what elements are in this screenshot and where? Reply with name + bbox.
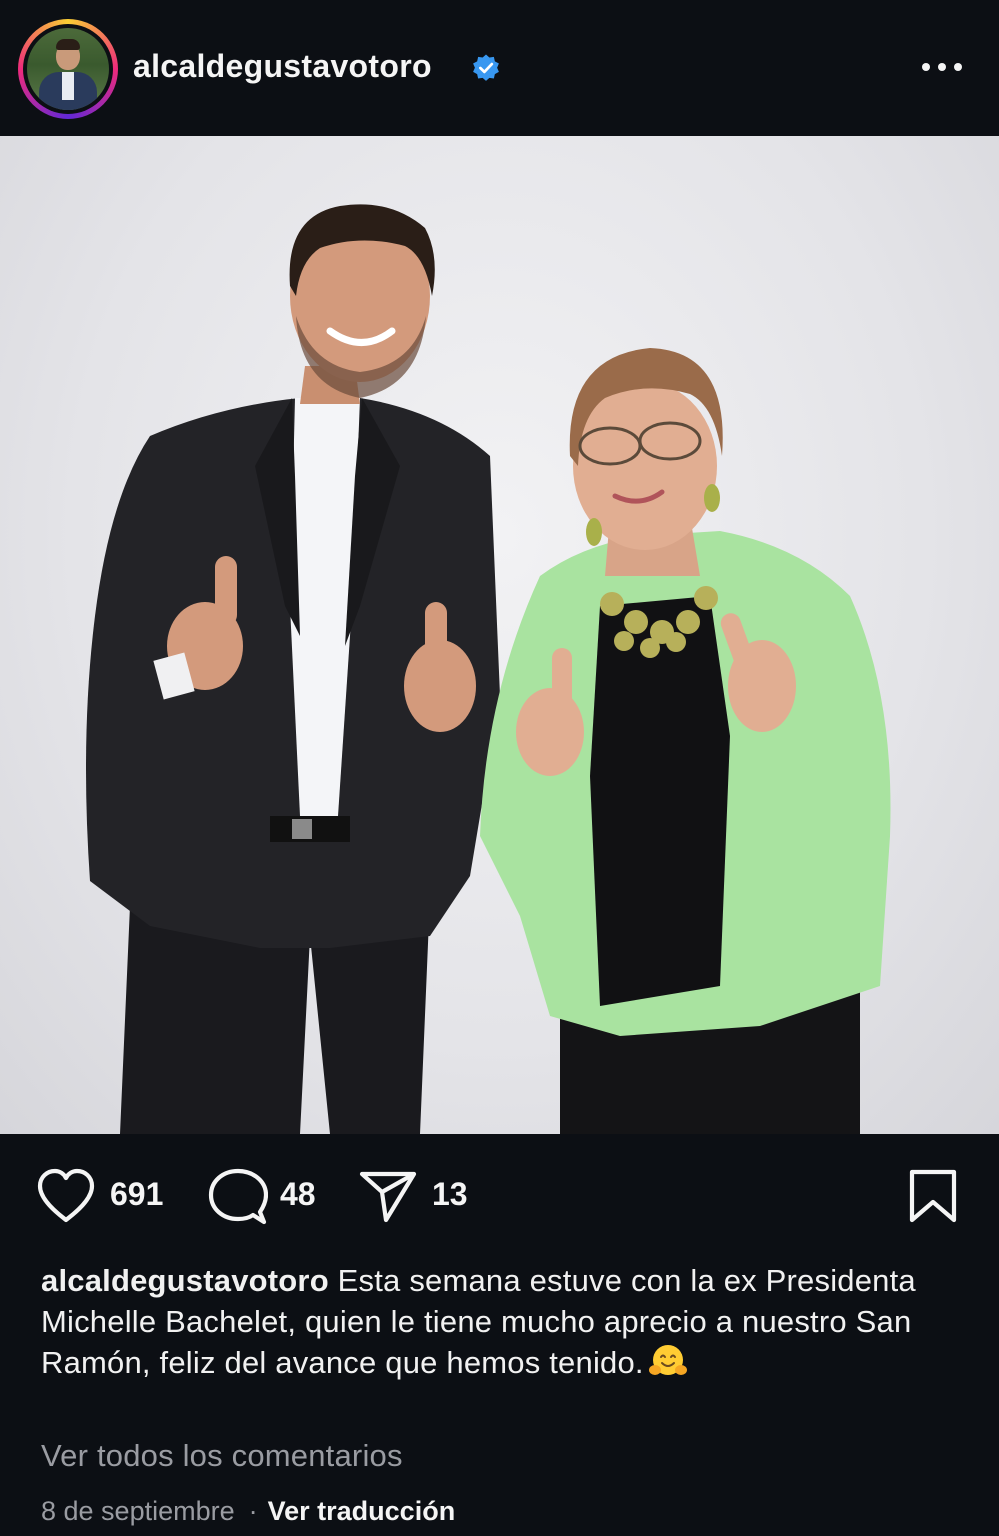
- share-count[interactable]: 13: [432, 1176, 468, 1213]
- more-horizontal-icon[interactable]: [918, 52, 966, 82]
- man-figure: [86, 204, 500, 1134]
- post-meta: 8 de septiembre · Ver traducción: [41, 1496, 455, 1527]
- post-caption: alcaldegustavotoro Esta semana estuve co…: [41, 1260, 941, 1383]
- comment-bubble-icon[interactable]: [208, 1168, 268, 1226]
- view-all-comments-link[interactable]: Ver todos los comentarios: [41, 1438, 403, 1474]
- paper-plane-icon[interactable]: [358, 1168, 418, 1224]
- like-count[interactable]: 691: [110, 1176, 163, 1213]
- heart-icon[interactable]: [36, 1168, 96, 1224]
- post-photo[interactable]: [0, 136, 999, 1134]
- comment-count[interactable]: 48: [280, 1176, 316, 1213]
- caption-username[interactable]: alcaldegustavotoro: [41, 1263, 329, 1298]
- photo-illustration: [86, 204, 891, 1134]
- avatar[interactable]: [18, 19, 118, 119]
- avatar-photo: [27, 28, 109, 110]
- verified-badge-icon: [473, 54, 499, 81]
- bookmark-icon[interactable]: [907, 1168, 959, 1224]
- username-link[interactable]: alcaldegustavotoro: [133, 48, 432, 85]
- translate-link[interactable]: Ver traducción: [268, 1496, 456, 1526]
- post-date: 8 de septiembre: [41, 1496, 235, 1526]
- woman-figure: [480, 348, 891, 1134]
- hugging-face-emoji: [648, 1345, 687, 1375]
- meta-separator: ·: [248, 1496, 258, 1526]
- post-header: alcaldegustavotoro: [0, 0, 999, 136]
